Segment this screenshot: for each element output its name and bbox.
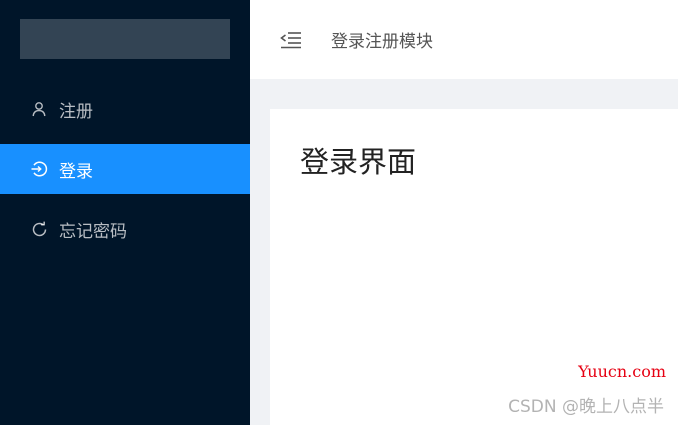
top-header: 登录注册模块 [250,0,678,79]
sidebar-item-label: 登录 [59,161,93,182]
sidebar-item-register[interactable]: 注册 [0,84,250,134]
main-area: 登录注册模块 登录界面 Yuucn.com CSDN @晚上八点半 [250,0,678,425]
sidebar-item-login[interactable]: 登录 [0,144,250,194]
content-panel: 登录界面 Yuucn.com CSDN @晚上八点半 [270,109,678,425]
menu-fold-icon[interactable] [280,29,302,51]
sidebar-menu: 注册 登录 忘记密码 [0,84,250,264]
app-window: 注册 登录 忘记密码 登录注册模块 登录界面 Yuucn.com CSDN @晚… [0,0,678,425]
logo-placeholder [20,19,230,59]
page-title: 登录界面 [300,145,417,179]
sidebar-item-label: 注册 [59,101,93,122]
header-title: 登录注册模块 [331,32,433,52]
sidebar-item-forgot-password[interactable]: 忘记密码 [0,204,250,254]
sidebar: 注册 登录 忘记密码 [0,0,250,425]
csdn-watermark: CSDN @晚上八点半 [508,397,664,417]
sidebar-item-label: 忘记密码 [59,221,127,242]
user-icon [30,100,48,118]
site-watermark: Yuucn.com [578,362,666,381]
reload-icon [30,220,48,238]
login-icon [30,160,48,178]
